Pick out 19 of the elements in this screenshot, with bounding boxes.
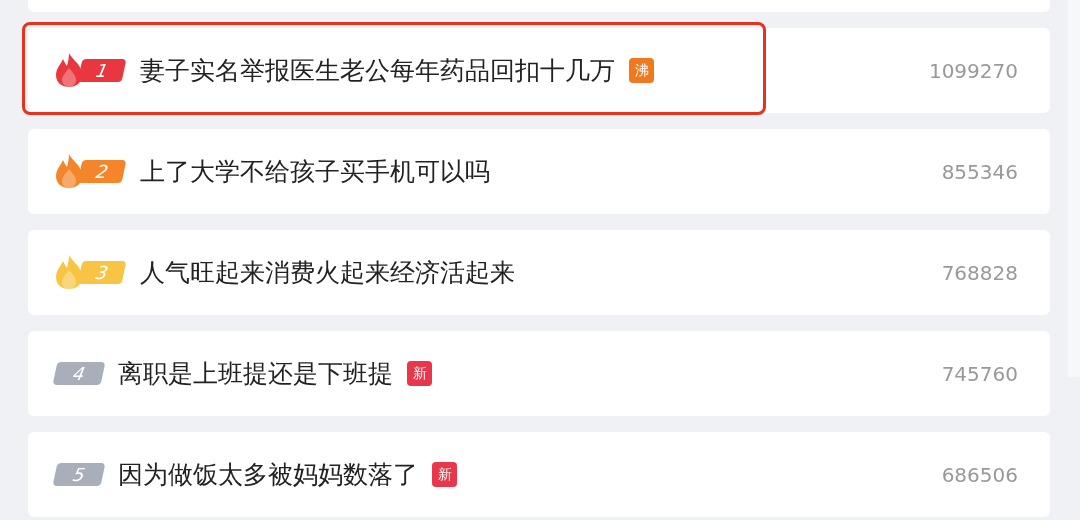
heat-count: 686506 <box>941 462 1018 487</box>
topic-tag: 沸 <box>629 58 654 83</box>
topic-title: 上了大学不给孩子买手机可以吗 <box>140 156 490 188</box>
rank-badge: 4 <box>52 361 106 385</box>
hot-topic-card[interactable]: 4 离职是上班提还是下班提 新 745760 <box>28 331 1050 416</box>
heat-count: 745760 <box>941 361 1018 386</box>
topic-title: 离职是上班提还是下班提 <box>118 358 393 390</box>
topic-title: 人气旺起来消费火起来经济活起来 <box>140 257 515 289</box>
hot-topic-card[interactable]: 2 上了大学不给孩子买手机可以吗 855346 <box>28 129 1050 214</box>
topic-title: 因为做饭太多被妈妈数落了 <box>118 459 418 491</box>
topic-title: 妻子实名举报医生老公每年药品回扣十几万 <box>140 55 615 87</box>
rank-badge: 5 <box>52 462 106 486</box>
heat-count: 1099270 <box>928 58 1018 83</box>
topic-tag: 新 <box>407 361 432 386</box>
hot-topic-card[interactable]: 3 人气旺起来消费火起来经济活起来 768828 <box>28 230 1050 315</box>
topic-tag: 新 <box>432 462 457 487</box>
heat-count: 768828 <box>941 260 1018 285</box>
heat-count: 855346 <box>941 159 1018 184</box>
hot-topic-card[interactable]: 5 因为做饭太多被妈妈数落了 新 686506 <box>28 432 1050 517</box>
